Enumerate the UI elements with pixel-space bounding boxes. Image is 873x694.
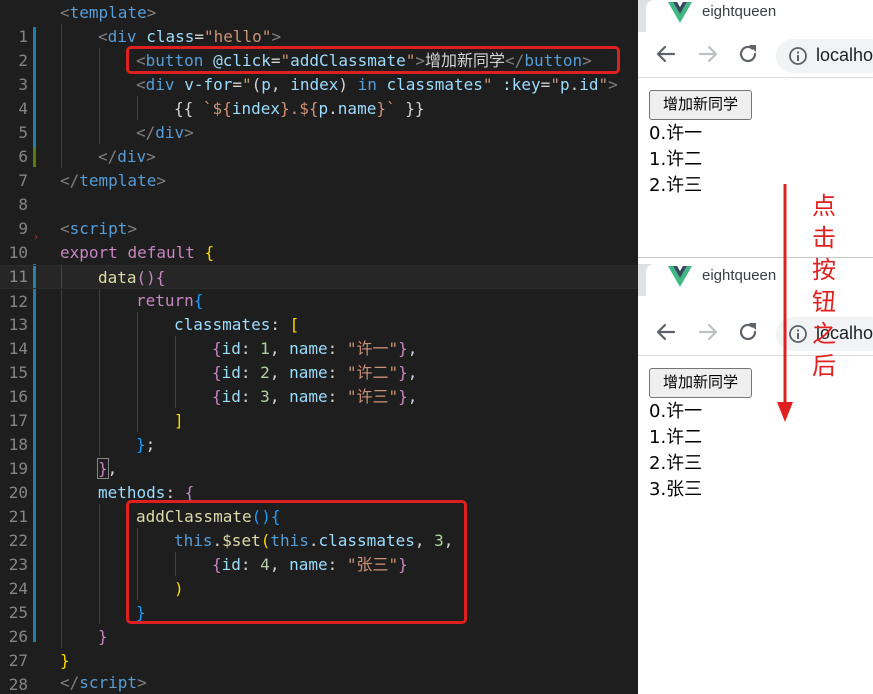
- annotation-label: 点 击 按 钮 之 后: [808, 190, 840, 382]
- annotation-char: 钮: [812, 288, 836, 316]
- code-line[interactable]: 1 <template>: [0, 1, 638, 46]
- list-item: 2.许三: [649, 453, 703, 474]
- reload-icon[interactable]: [734, 318, 762, 346]
- add-classmate-button[interactable]: 增加新同学: [649, 368, 752, 398]
- annotation-char: 按: [812, 256, 836, 284]
- browser-tab[interactable]: eightqueen: [646, 0, 873, 32]
- list-item: 1.许二: [649, 427, 703, 448]
- code-line[interactable]: 18 ]: [0, 409, 638, 454]
- code-editor[interactable]: › 1 <template> 2 <div class="hello"> 3 <…: [0, 0, 638, 694]
- tab-title: eightqueen: [702, 3, 777, 20]
- forward-arrow-icon[interactable]: [694, 318, 722, 346]
- down-arrow-icon: [777, 184, 793, 422]
- code-line[interactable]: 28 }: [0, 649, 638, 694]
- annotation-char: 击: [812, 224, 836, 252]
- list-item: 0.许一: [649, 123, 703, 144]
- code-line[interactable]: 9: [0, 193, 638, 238]
- back-arrow-icon[interactable]: [652, 40, 680, 68]
- code-line[interactable]: 8 </template>: [0, 169, 638, 214]
- annotation-char: 点: [812, 192, 836, 220]
- url-text: localhost: [816, 45, 873, 65]
- code-line[interactable]: 27 }: [0, 625, 638, 670]
- list-item: 1.许二: [649, 149, 703, 170]
- list-item: 0.许一: [649, 401, 703, 422]
- vue-logo-icon: [668, 266, 692, 287]
- highlight-box-button-code: [126, 46, 620, 74]
- code-line[interactable]: 15 {id: 1, name: "许一"},: [0, 337, 638, 382]
- code-line[interactable]: 16 {id: 2, name: "许二"},: [0, 361, 638, 406]
- annotation-char: 后: [812, 352, 836, 380]
- code-line[interactable]: 5 {{ `${index}.${p.name}` }}: [0, 97, 638, 142]
- list-item: 2.许三: [649, 175, 703, 196]
- code-line[interactable]: 7 </div>: [0, 145, 638, 190]
- annotation-char: 之: [812, 320, 836, 348]
- code-line-current[interactable]: 12 data(){: [0, 265, 638, 311]
- code-line[interactable]: 20 },: [0, 457, 638, 502]
- code-line[interactable]: 11 export default {: [0, 241, 638, 286]
- vue-logo-icon: [668, 2, 692, 23]
- code-line[interactable]: 14 classmates: [: [0, 313, 638, 358]
- back-arrow-icon[interactable]: [652, 318, 680, 346]
- list-item: 3.张三: [649, 479, 703, 500]
- code-line[interactable]: 29 </script>: [0, 671, 638, 694]
- address-bar[interactable]: localhost: [776, 39, 873, 73]
- code-line[interactable]: 6 </div>: [0, 121, 638, 166]
- classmate-list: 0.许一 1.许二 2.许三 3.张三: [649, 399, 702, 503]
- forward-arrow-icon[interactable]: [694, 40, 722, 68]
- info-icon[interactable]: [788, 46, 808, 66]
- browser-toolbar: localhost: [638, 32, 873, 78]
- add-classmate-button[interactable]: 增加新同学: [649, 90, 752, 120]
- classmate-list: 0.许一 1.许二 2.许三: [649, 121, 702, 199]
- reload-icon[interactable]: [734, 40, 762, 68]
- code-line[interactable]: 17 {id: 3, name: "许三"},: [0, 385, 638, 430]
- code-line[interactable]: 4 <div v-for="(p, index) in classmates" …: [0, 73, 638, 118]
- code-line[interactable]: 10 <script>: [0, 217, 638, 262]
- tab-strip: eightqueen: [638, 0, 873, 32]
- highlight-box-method-code: [126, 500, 467, 624]
- code-line[interactable]: 13 return{: [0, 289, 638, 334]
- tab-title: eightqueen: [702, 267, 777, 284]
- code-line[interactable]: 19 };: [0, 433, 638, 478]
